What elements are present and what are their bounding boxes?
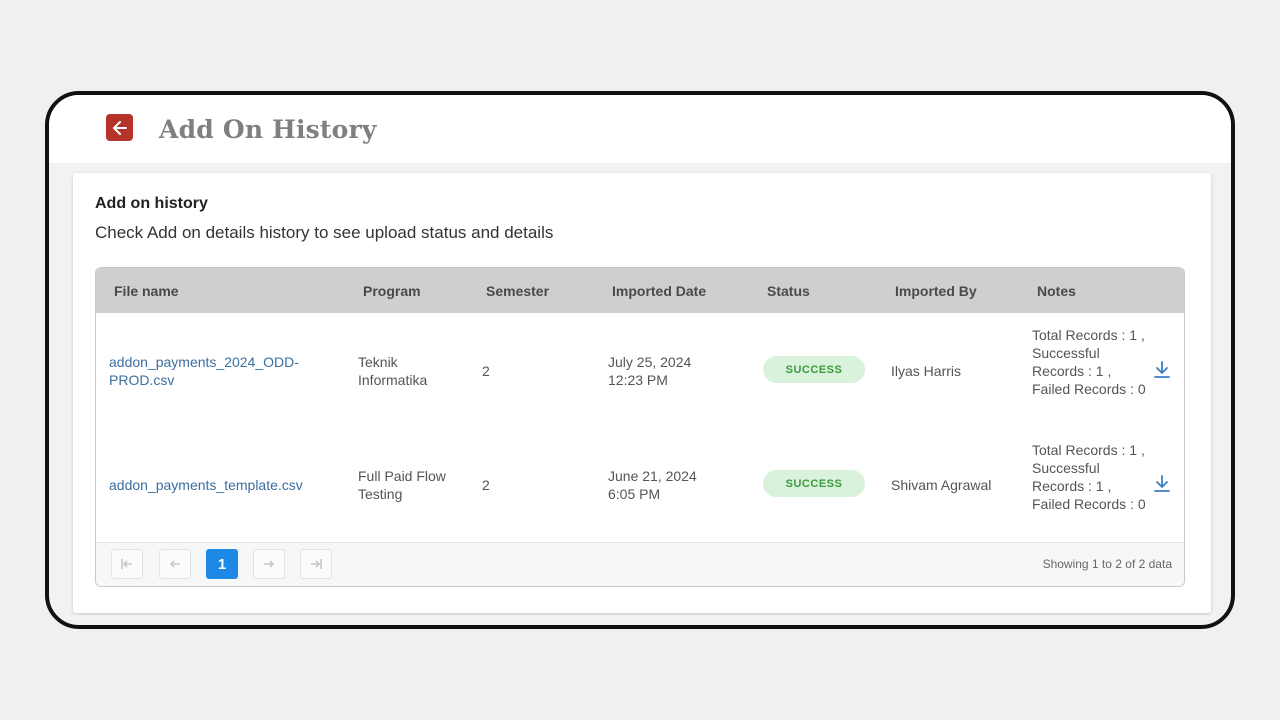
first-page-icon <box>121 559 132 569</box>
column-header-program: Program <box>363 283 421 299</box>
imported-by-cell: Ilyas Harris <box>891 363 962 379</box>
arrow-right-icon <box>264 560 275 568</box>
last-page-icon <box>311 559 322 569</box>
first-page-button[interactable] <box>111 549 143 579</box>
download-icon[interactable] <box>1153 474 1171 494</box>
imported-date-cell: June 21, 2024 6:05 PM <box>608 467 728 503</box>
app-frame: Add On History Add on history Check Add … <box>45 91 1235 629</box>
imported-by-cell: Shivam Agrawal <box>891 477 992 493</box>
arrow-left-icon <box>169 560 180 568</box>
pagination-summary: Showing 1 to 2 of 2 data <box>1042 557 1172 571</box>
notes-cell: Total Records : 1 , Successful Records :… <box>1032 442 1146 512</box>
imported-time: 6:05 PM <box>608 486 661 502</box>
arrow-left-icon <box>112 120 127 135</box>
semester-cell: 2 <box>482 477 490 493</box>
history-table: File name Program Semester Imported Date… <box>95 267 1185 587</box>
program-cell: Full Paid Flow Testing <box>358 468 446 502</box>
file-name-link[interactable]: addon_payments_2024_ODD-PROD.csv <box>109 353 334 389</box>
download-icon[interactable] <box>1153 360 1171 380</box>
history-card: Add on history Check Add on details hist… <box>73 173 1211 613</box>
column-header-semester: Semester <box>486 283 550 299</box>
table-row: addon_payments_template.csv Full Paid Fl… <box>96 428 1184 543</box>
file-name-link[interactable]: addon_payments_template.csv <box>109 476 344 494</box>
column-header-file-name: File name <box>114 283 179 299</box>
card-subtitle: Check Add on details history to see uplo… <box>95 223 554 242</box>
notes-cell: Total Records : 1 , Successful Records :… <box>1032 327 1146 397</box>
imported-date: June 21, 2024 <box>608 468 697 484</box>
imported-date-cell: July 25, 2024 12:23 PM <box>608 353 728 389</box>
previous-page-button[interactable] <box>159 549 191 579</box>
page-number-button[interactable]: 1 <box>206 549 238 579</box>
last-page-button[interactable] <box>300 549 332 579</box>
back-button[interactable] <box>106 114 133 141</box>
status-badge: SUCCESS <box>763 470 865 497</box>
status-badge: SUCCESS <box>763 356 865 383</box>
column-header-imported-date: Imported Date <box>612 283 707 299</box>
program-cell: Teknik Informatika <box>358 354 428 388</box>
table-row: addon_payments_2024_ODD-PROD.csv Teknik … <box>96 313 1184 428</box>
column-header-status: Status <box>767 283 810 299</box>
imported-date: July 25, 2024 <box>608 354 692 370</box>
semester-cell: 2 <box>482 363 490 379</box>
pagination-bar: 1 Showing 1 to 2 of 2 data <box>96 542 1184 586</box>
card-title: Add on history <box>95 195 208 212</box>
table-header: File name Program Semester Imported Date… <box>96 268 1184 313</box>
top-bar: Add On History <box>49 95 1231 163</box>
column-header-imported-by: Imported By <box>895 283 977 299</box>
page-title: Add On History <box>159 115 377 144</box>
imported-time: 12:23 PM <box>608 372 668 388</box>
next-page-button[interactable] <box>253 549 285 579</box>
column-header-notes: Notes <box>1037 283 1076 299</box>
